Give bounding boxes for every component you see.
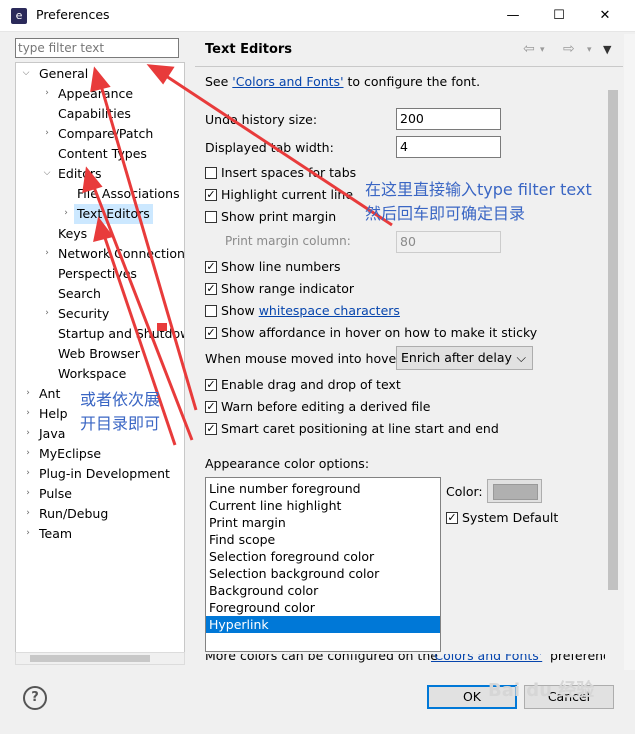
arrow-head: [90, 66, 111, 93]
arrow-head: [82, 166, 103, 194]
arrow-to-filter: [159, 70, 393, 227]
annotation-filter-line2: 然后回车即可确定目录: [365, 204, 526, 223]
arrow-head: [146, 64, 175, 85]
annotation-arrows: [82, 64, 393, 446]
annotation-expand-line2: 开目录即可: [80, 414, 161, 433]
annotation-filter-line1: 在这里直接输入type filter text: [365, 180, 592, 199]
annotation-expand-line1: 或者依次展: [80, 390, 161, 409]
